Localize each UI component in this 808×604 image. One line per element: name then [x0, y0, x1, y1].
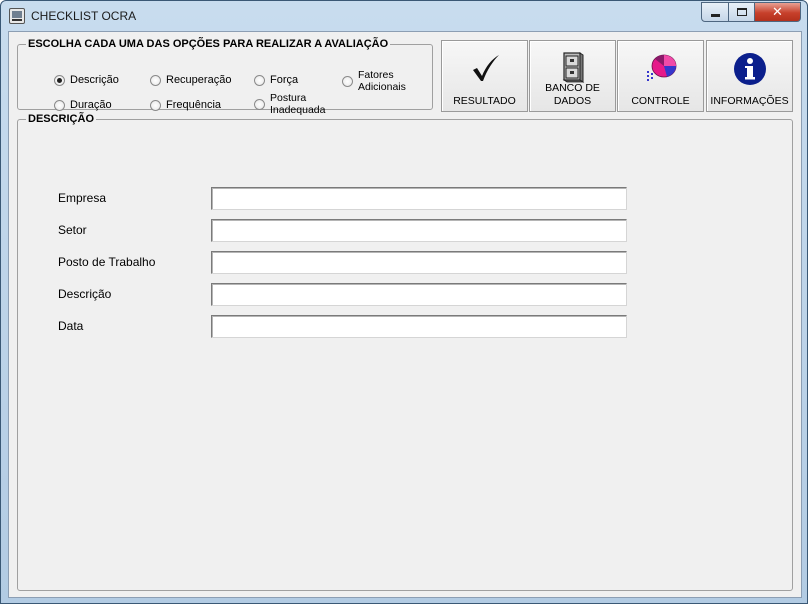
maximize-icon [736, 8, 747, 16]
client-area: ESCOLHA CADA UMA DAS OPÇÕES PARA REALIZA… [8, 31, 802, 598]
evaluation-options-group: ESCOLHA CADA UMA DAS OPÇÕES PARA REALIZA… [17, 38, 433, 116]
checkmark-icon [472, 55, 499, 81]
description-group: DESCRIÇÃO Empresa Setor Posto de Trabalh… [17, 113, 793, 591]
resultado-button[interactable]: RESULTADO [441, 40, 528, 112]
pie-chart-icon [646, 54, 676, 81]
radio-button[interactable] [150, 99, 161, 111]
descricao-label: Descrição [58, 287, 112, 301]
close-button[interactable]: ✕ [754, 2, 801, 22]
posto-de-trabalho-label: Posto de Trabalho [58, 255, 156, 269]
data-input[interactable] [211, 315, 627, 338]
radio-fatores-adicionais[interactable]: Fatores Adicionais [342, 69, 406, 93]
radio-forca[interactable]: Força [254, 74, 298, 86]
options-group-legend: ESCOLHA CADA UMA DAS OPÇÕES PARA REALIZA… [28, 38, 389, 50]
app-window: CHECKLIST OCRA ✕ ESCOLHA CADA UMA DAS OP… [0, 0, 808, 604]
controle-label: CONTROLE [631, 95, 690, 107]
title-bar[interactable]: CHECKLIST OCRA ✕ [1, 1, 807, 31]
informacoes-button[interactable]: INFORMAÇÕES [706, 40, 793, 112]
radio-button-checked[interactable] [54, 74, 65, 86]
radio-button[interactable] [254, 74, 265, 86]
description-group-legend: DESCRIÇÃO [28, 113, 95, 125]
info-icon [733, 53, 766, 85]
close-icon: ✕ [772, 4, 783, 19]
app-icon[interactable] [9, 8, 25, 24]
data-label: Data [58, 319, 84, 333]
empresa-input[interactable] [211, 187, 627, 210]
controle-button[interactable]: CONTROLE [617, 40, 704, 112]
informacoes-label: INFORMAÇÕES [710, 95, 789, 107]
setor-input[interactable] [211, 219, 627, 242]
radio-duracao[interactable]: Duração [54, 99, 112, 111]
banco-de-dados-button[interactable]: BANCO DE DADOS [529, 40, 616, 112]
radio-frequencia[interactable]: Frequência [150, 99, 221, 111]
posto-de-trabalho-input[interactable] [211, 251, 627, 274]
banco-de-dados-label: BANCO DE DADOS [545, 82, 600, 107]
radio-button[interactable] [150, 74, 161, 86]
radio-button[interactable] [254, 98, 265, 110]
radio-button[interactable] [342, 75, 353, 87]
resultado-label: RESULTADO [453, 95, 516, 107]
minimize-button[interactable] [701, 2, 729, 22]
radio-button[interactable] [54, 99, 65, 111]
minimize-icon [710, 13, 720, 17]
window-title: CHECKLIST OCRA [31, 9, 137, 23]
radio-descricao[interactable]: Descrição [54, 74, 119, 86]
empresa-label: Empresa [58, 191, 107, 205]
setor-label: Setor [58, 223, 87, 237]
descricao-input[interactable] [211, 283, 627, 306]
radio-recuperacao[interactable]: Recuperação [150, 74, 231, 86]
maximize-button[interactable] [728, 2, 755, 22]
